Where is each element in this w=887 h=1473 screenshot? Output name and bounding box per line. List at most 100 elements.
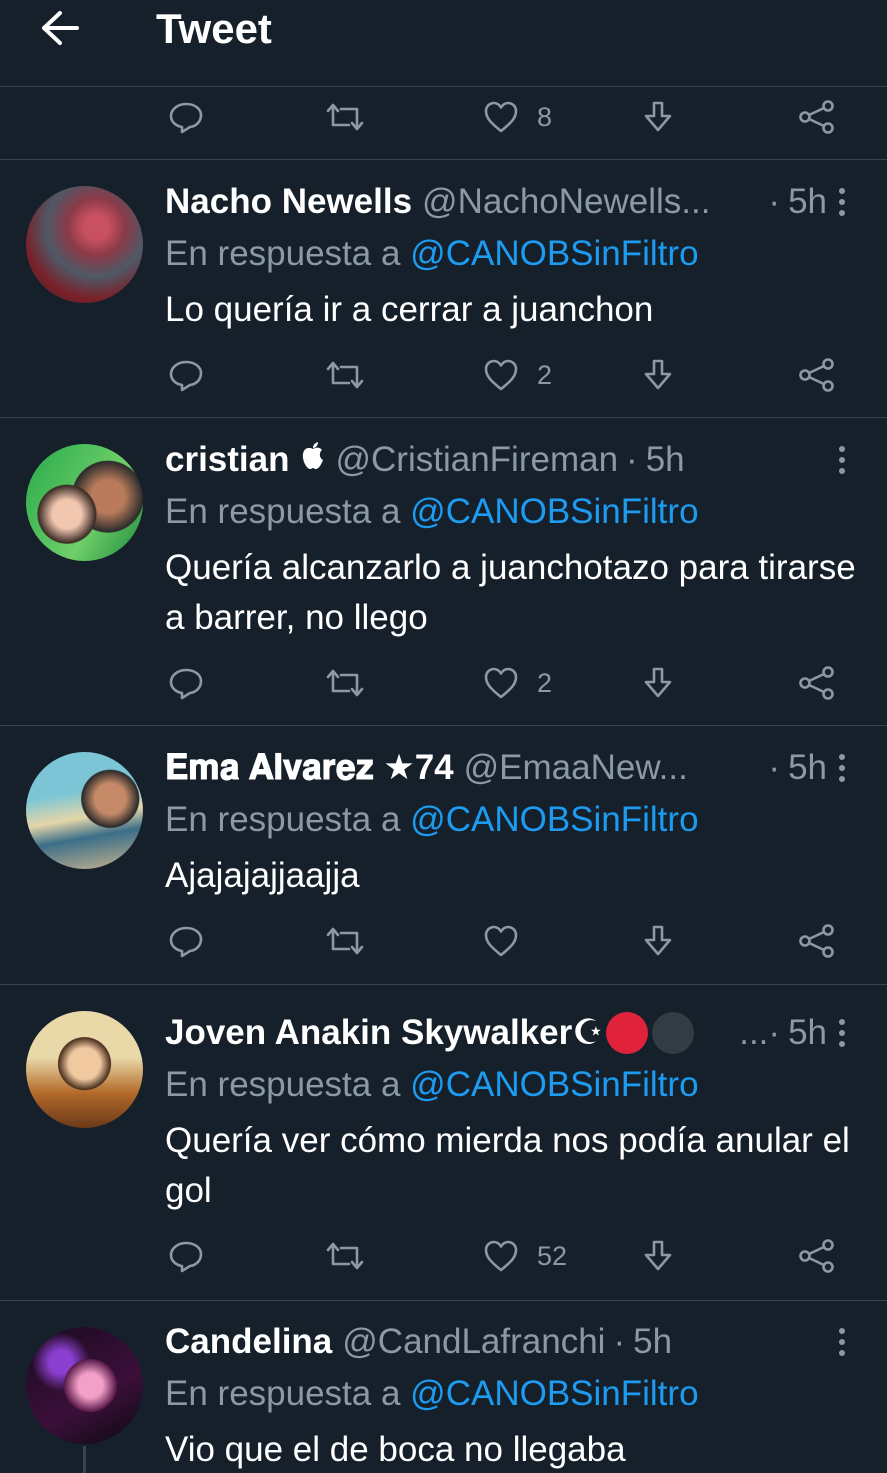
heart-icon [484, 667, 518, 699]
separator-dot: · [613, 1322, 626, 1361]
download-button[interactable] [640, 1226, 676, 1286]
avatar[interactable] [26, 752, 143, 869]
more-options-icon[interactable] [827, 748, 857, 788]
share-icon [799, 358, 834, 392]
heart-icon [484, 925, 518, 957]
timestamp[interactable]: 5h [788, 1013, 827, 1053]
like-count: 8 [537, 101, 553, 132]
share-button[interactable] [798, 1226, 836, 1286]
reply-button[interactable] [168, 87, 204, 147]
replying-to: En respuesta a @CANOBSinFiltro [165, 231, 699, 277]
display-name[interactable]: cristian [165, 440, 290, 480]
retweet-button[interactable] [325, 87, 365, 147]
tweet-header: 𝐄𝐦𝐚 𝐀𝐥𝐯𝐚𝐫𝐞𝐳 ★74 @EmaaNew... · 5h [165, 745, 827, 791]
replying-to: En respuesta a @CANOBSinFiltro [165, 1371, 699, 1417]
replying-to-label: En respuesta a [165, 1374, 401, 1413]
share-button[interactable] [798, 345, 836, 405]
reply-tweet[interactable]: Candelina @CandLafranchi · 5h En respues… [0, 1301, 887, 1473]
reply-button[interactable] [168, 1226, 204, 1286]
back-arrow-icon[interactable] [38, 8, 82, 48]
download-arrow-icon [644, 101, 672, 132]
download-arrow-icon [644, 359, 672, 390]
tweet-actions: 52 [0, 1226, 887, 1286]
reply-tweet[interactable]: 𝐄𝐦𝐚 𝐀𝐥𝐯𝐚𝐫𝐞𝐳 ★74 @EmaaNew... · 5h En resp… [0, 726, 887, 984]
replying-to: En respuesta a @CANOBSinFiltro [165, 489, 699, 535]
heart-icon [484, 1240, 518, 1272]
like-button[interactable]: 2 [483, 345, 552, 405]
like-button[interactable]: 8 [483, 87, 552, 147]
mention-link[interactable]: @CANOBSinFiltro [410, 1374, 698, 1413]
avatar[interactable] [26, 1011, 143, 1128]
tweet-actions: 2 [0, 653, 887, 713]
dark-circle-emoji [651, 1012, 694, 1054]
share-icon [799, 1239, 834, 1273]
timestamp[interactable]: 5h [788, 182, 827, 222]
retweet-button[interactable] [325, 911, 365, 971]
download-arrow-icon [644, 1240, 672, 1271]
replying-to-label: En respuesta a [165, 1065, 401, 1104]
separator-dot: · [626, 440, 638, 479]
avatar[interactable] [26, 186, 143, 303]
reply-button[interactable] [168, 911, 204, 971]
download-arrow-icon [644, 925, 672, 956]
like-button[interactable]: 52 [483, 1226, 567, 1286]
share-button[interactable] [798, 87, 836, 147]
reply-tweet[interactable]: cristian @CristianFireman · 5h En respue… [0, 418, 887, 725]
more-options-icon[interactable] [827, 1322, 857, 1362]
tweet-header: cristian @CristianFireman · 5h [165, 437, 827, 483]
reply-button[interactable] [168, 345, 204, 405]
share-icon [799, 924, 834, 958]
reply-tweet[interactable]: Joven Anakin Skywalker☪ ... · 5h En resp… [0, 985, 887, 1300]
avatar[interactable] [26, 444, 143, 561]
tweet-header: Candelina @CandLafranchi · 5h [165, 1319, 827, 1365]
share-button[interactable] [798, 911, 836, 971]
timestamp[interactable]: 5h [646, 440, 685, 480]
user-handle[interactable]: ... [739, 1013, 768, 1053]
share-button[interactable] [798, 653, 836, 713]
reply-tweet[interactable]: Nacho Newells @NachoNewells... · 5h En r… [0, 160, 887, 417]
separator-dot: · [768, 182, 781, 221]
timestamp[interactable]: 5h [788, 748, 827, 788]
like-button[interactable] [483, 911, 519, 971]
reply-icon [169, 926, 203, 958]
download-button[interactable] [640, 911, 676, 971]
more-options-icon[interactable] [827, 1013, 857, 1053]
user-handle[interactable]: @NachoNewells... [422, 182, 710, 222]
user-handle[interactable]: @CristianFireman [336, 440, 619, 480]
retweet-icon [326, 361, 364, 389]
share-icon [799, 666, 834, 700]
heart-icon [484, 359, 518, 391]
reply-icon [169, 668, 203, 700]
mention-link[interactable]: @CANOBSinFiltro [410, 800, 698, 839]
more-options-icon[interactable] [827, 440, 857, 480]
display-name[interactable]: Nacho Newells [165, 182, 412, 222]
retweet-button[interactable] [325, 653, 365, 713]
retweet-icon [326, 1242, 364, 1270]
like-button[interactable]: 2 [483, 653, 552, 713]
mention-link[interactable]: @CANOBSinFiltro [410, 492, 698, 531]
user-handle[interactable]: @CandLafranchi [342, 1322, 605, 1362]
download-button[interactable] [640, 345, 676, 405]
replying-to-label: En respuesta a [165, 234, 401, 273]
display-name[interactable]: Joven Anakin Skywalker☪ [165, 1013, 604, 1053]
download-button[interactable] [640, 653, 676, 713]
share-icon [799, 100, 834, 134]
like-count: 2 [537, 667, 553, 698]
reply-button[interactable] [168, 653, 204, 713]
download-button[interactable] [640, 87, 676, 147]
replying-to: En respuesta a @CANOBSinFiltro [165, 797, 699, 843]
retweet-icon [326, 927, 364, 955]
red-circle-emoji [605, 1012, 648, 1054]
like-count: 52 [537, 1240, 568, 1271]
retweet-button[interactable] [325, 345, 365, 405]
user-handle[interactable]: @EmaaNew... [464, 748, 688, 788]
mention-link[interactable]: @CANOBSinFiltro [410, 1065, 698, 1104]
display-name[interactable]: 𝐄𝐦𝐚 𝐀𝐥𝐯𝐚𝐫𝐞𝐳 ★74 [165, 748, 454, 788]
separator-dot: · [768, 748, 781, 787]
avatar[interactable] [26, 1327, 143, 1444]
retweet-button[interactable] [325, 1226, 365, 1286]
more-options-icon[interactable] [827, 182, 857, 222]
display-name[interactable]: Candelina [165, 1322, 332, 1362]
timestamp[interactable]: 5h [633, 1322, 672, 1362]
mention-link[interactable]: @CANOBSinFiltro [410, 234, 698, 273]
